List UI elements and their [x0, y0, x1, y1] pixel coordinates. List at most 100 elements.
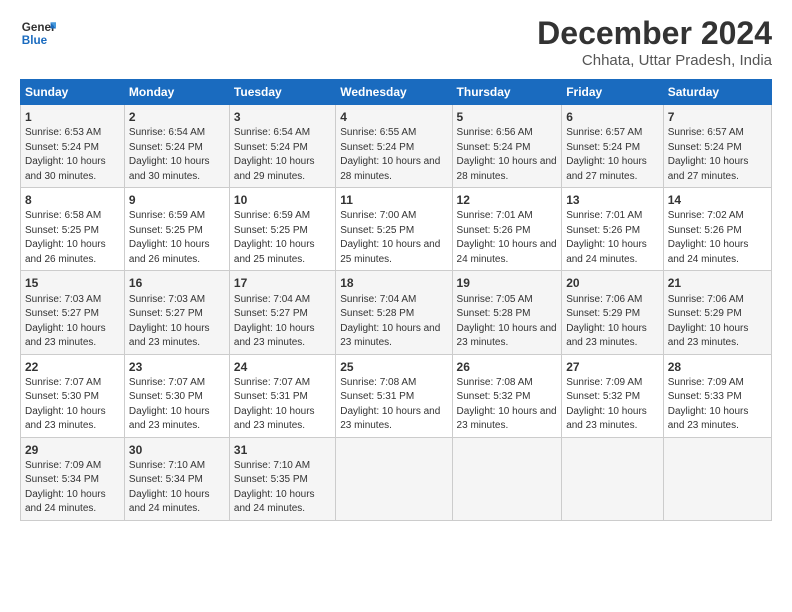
- sunrise-text: Sunrise: 7:08 AM: [340, 377, 416, 388]
- sunrise-text: Sunrise: 7:04 AM: [340, 294, 416, 305]
- table-cell: [452, 437, 562, 520]
- table-cell: 8Sunrise: 6:58 AMSunset: 5:25 PMDaylight…: [21, 188, 125, 271]
- sunset-text: Sunset: 5:35 PM: [234, 474, 308, 485]
- col-saturday: Saturday: [663, 80, 771, 105]
- day-number: 16: [129, 275, 225, 291]
- table-row: 1Sunrise: 6:53 AMSunset: 5:24 PMDaylight…: [21, 105, 772, 188]
- table-cell: 13 Sunrise: 7:01 AM Sunset: 5:26 PM Dayligh…: [562, 188, 664, 271]
- col-monday: Monday: [124, 80, 229, 105]
- col-thursday: Thursday: [452, 80, 562, 105]
- table-cell: 15Sunrise: 7:03 AMSunset: 5:27 PMDayligh…: [21, 271, 125, 354]
- day-number: 8: [25, 192, 120, 208]
- sunset-text: Sunset: 5:26 PM: [668, 225, 742, 236]
- daylight-text: Daylight: 10 hours and 23 minutes.: [340, 323, 440, 349]
- day-number: 27: [566, 359, 659, 375]
- table-cell: 20Sunrise: 7:06 AMSunset: 5:29 PMDayligh…: [562, 271, 664, 354]
- daylight-text: Daylight: 10 hours and 23 minutes.: [340, 406, 440, 432]
- sunset-text: Sunset: 5:24 PM: [340, 142, 414, 153]
- daylight-text: Daylight: 10 hours and 28 minutes.: [340, 156, 440, 182]
- daylight-text: Daylight: 10 hours and 23 minutes.: [234, 323, 315, 349]
- daylight-text: Daylight: 10 hours and 24 minutes.: [457, 239, 557, 265]
- daylight-text: Daylight: 10 hours and 23 minutes.: [566, 323, 647, 349]
- daylight-text: Daylight: 10 hours and 23 minutes.: [25, 323, 106, 349]
- daylight-text: Daylight: 10 hours and 27 minutes.: [566, 156, 647, 182]
- day-number: 23: [129, 359, 225, 375]
- table-cell: 26Sunrise: 7:08 AMSunset: 5:32 PMDayligh…: [452, 354, 562, 437]
- sunset-text: Sunset: 5:29 PM: [668, 308, 742, 319]
- table-cell: 27Sunrise: 7:09 AMSunset: 5:32 PMDayligh…: [562, 354, 664, 437]
- day-number: 7: [668, 109, 767, 125]
- sunrise-text: Sunrise: 6:55 AM: [340, 127, 416, 138]
- table-cell: [562, 437, 664, 520]
- sunset-text: Sunset: 5:34 PM: [25, 474, 99, 485]
- day-number: 10: [234, 192, 331, 208]
- table-cell: 23Sunrise: 7:07 AMSunset: 5:30 PMDayligh…: [124, 354, 229, 437]
- sunrise-text: Sunrise: 7:06 AM: [566, 294, 642, 305]
- day-number: 12: [457, 192, 558, 208]
- daylight-text: Daylight: 10 hours and 23 minutes.: [129, 406, 210, 432]
- day-number: 3: [234, 109, 331, 125]
- day-number: 29: [25, 442, 120, 458]
- daylight-text: Daylight: 10 hours and 27 minutes.: [668, 156, 749, 182]
- sunset-text: Sunset: 5:25 PM: [340, 225, 414, 236]
- day-number: 13: [566, 192, 659, 208]
- sunrise-text: Sunrise: 7:03 AM: [129, 294, 205, 305]
- sunset-text: Sunset: 5:24 PM: [457, 142, 531, 153]
- sunset-text: Sunset: 5:33 PM: [668, 391, 742, 402]
- daylight-text: Daylight: 10 hours and 23 minutes.: [457, 406, 557, 432]
- sunrise-text: Sunrise: 6:57 AM: [668, 127, 744, 138]
- sunrise-text: Sunrise: 7:04 AM: [234, 294, 310, 305]
- sunrise-text: Sunrise: 7:10 AM: [234, 460, 310, 471]
- day-number: 15: [25, 275, 120, 291]
- table-cell: 11Sunrise: 7:00 AMSunset: 5:25 PMDayligh…: [336, 188, 452, 271]
- daylight-text: Daylight: 10 hours and 24 minutes.: [566, 239, 647, 265]
- day-number: 28: [668, 359, 767, 375]
- sunset-text: Sunset: 5:25 PM: [234, 225, 308, 236]
- sunrise-text: Sunrise: 7:09 AM: [668, 377, 744, 388]
- day-number: 22: [25, 359, 120, 375]
- sunset-text: Sunset: 5:27 PM: [25, 308, 99, 319]
- table-cell: 29Sunrise: 7:09 AMSunset: 5:34 PMDayligh…: [21, 437, 125, 520]
- sunrise-text: Sunrise: 6:59 AM: [234, 210, 310, 221]
- table-cell: 25Sunrise: 7:08 AMSunset: 5:31 PMDayligh…: [336, 354, 452, 437]
- daylight-text: Daylight: 10 hours and 25 minutes.: [340, 239, 440, 265]
- sunset-text: Sunset: 5:28 PM: [340, 308, 414, 319]
- sunset-text: Sunset: 5:24 PM: [25, 142, 99, 153]
- day-number: 19: [457, 275, 558, 291]
- table-row: 15 Sunrise: 7:03 AM Sunset: 5:27 PM Dayligh…: [21, 271, 772, 354]
- daylight-text: Daylight: 10 hours and 28 minutes.: [457, 156, 557, 182]
- daylight-text: Daylight: 10 hours and 29 minutes.: [234, 156, 315, 182]
- day-number: 30: [129, 442, 225, 458]
- sunset-text: Sunset: 5:30 PM: [25, 391, 99, 402]
- day-number: 6: [566, 109, 659, 125]
- table-cell: 5Sunrise: 6:56 AMSunset: 5:24 PMDaylight…: [452, 105, 562, 188]
- page-container: General Blue December 2024 Chhata, Uttar…: [0, 0, 792, 531]
- sunset-text: Sunset: 5:24 PM: [234, 142, 308, 153]
- sunrise-text: Sunrise: 7:10 AM: [129, 460, 205, 471]
- header: General Blue December 2024 Chhata, Uttar…: [20, 15, 772, 69]
- table-cell: [336, 437, 452, 520]
- daylight-text: Daylight: 10 hours and 23 minutes.: [129, 323, 210, 349]
- sunset-text: Sunset: 5:24 PM: [668, 142, 742, 153]
- day-number: 21: [668, 275, 767, 291]
- subtitle: Chhata, Uttar Pradesh, India: [537, 52, 772, 69]
- sunset-text: Sunset: 5:32 PM: [457, 391, 531, 402]
- svg-text:Blue: Blue: [22, 34, 48, 47]
- daylight-text: Daylight: 10 hours and 24 minutes.: [234, 489, 315, 515]
- daylight-text: Daylight: 10 hours and 23 minutes.: [457, 323, 557, 349]
- table-cell: 21Sunrise: 7:06 AMSunset: 5:29 PMDayligh…: [663, 271, 771, 354]
- sunset-text: Sunset: 5:32 PM: [566, 391, 640, 402]
- sunset-text: Sunset: 5:30 PM: [129, 391, 203, 402]
- sunrise-text: Sunrise: 7:01 AM: [566, 210, 642, 221]
- sunset-text: Sunset: 5:26 PM: [566, 225, 640, 236]
- col-wednesday: Wednesday: [336, 80, 452, 105]
- sunset-text: Sunset: 5:26 PM: [457, 225, 531, 236]
- daylight-text: Daylight: 10 hours and 23 minutes.: [25, 406, 106, 432]
- table-cell: 1Sunrise: 6:53 AMSunset: 5:24 PMDaylight…: [21, 105, 125, 188]
- sunset-text: Sunset: 5:24 PM: [129, 142, 203, 153]
- table-cell: 28Sunrise: 7:09 AMSunset: 5:33 PMDayligh…: [663, 354, 771, 437]
- day-number: 5: [457, 109, 558, 125]
- sunrise-text: Sunrise: 6:59 AM: [129, 210, 205, 221]
- sunset-text: Sunset: 5:31 PM: [234, 391, 308, 402]
- table-row: 29Sunrise: 7:09 AMSunset: 5:34 PMDayligh…: [21, 437, 772, 520]
